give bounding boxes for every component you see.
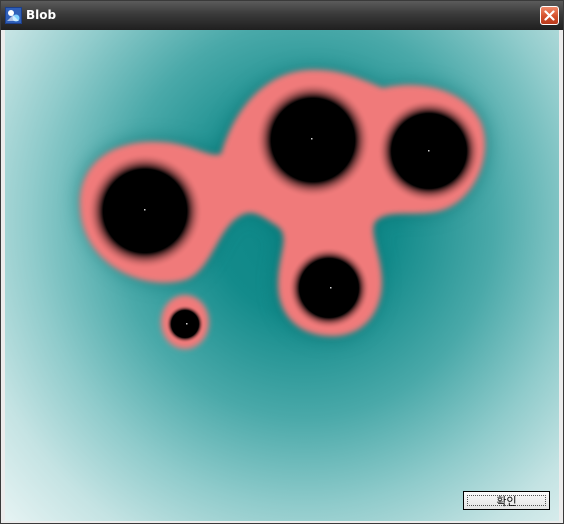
blob-core [288, 247, 370, 329]
close-icon [544, 10, 555, 21]
blob-canvas[interactable] [5, 30, 559, 521]
blob-core [87, 153, 203, 269]
blob-core [255, 82, 371, 198]
ok-button[interactable]: 확인 [463, 491, 550, 510]
blob-core [166, 305, 204, 343]
close-button[interactable] [540, 6, 559, 25]
window-title: Blob [26, 8, 57, 22]
blob-app-icon [5, 7, 22, 24]
ok-label: 확인 [496, 494, 517, 508]
blob-window: Blob 확인 [0, 0, 564, 524]
title-bar[interactable]: Blob [1, 1, 563, 30]
metaball-drawing [79, 69, 488, 349]
